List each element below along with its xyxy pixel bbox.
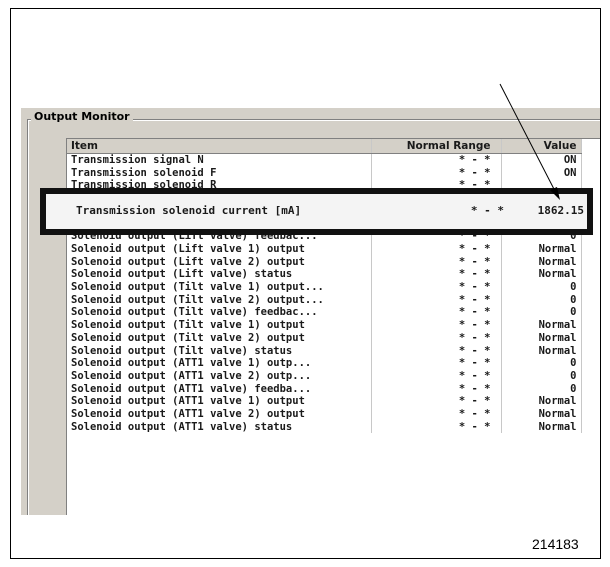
row-normal-range: * - * (371, 268, 502, 282)
row-value: 0 (501, 306, 582, 320)
table-row[interactable]: Solenoid output (Tilt valve) status * - *… (67, 344, 582, 358)
row-normal-range: * - * (371, 242, 502, 256)
output-monitor-title: Output Monitor (31, 110, 133, 123)
table-row[interactable]: Solenoid output (Tilt valve) feedbac... *… (67, 306, 582, 320)
output-monitor-table: Item Normal Range Value Transmission sig… (67, 139, 582, 434)
row-value: 0 (501, 382, 582, 396)
row-normal-range: * - * (371, 306, 502, 320)
row-normal-range: * - * (371, 382, 502, 396)
row-item: Solenoid output (ATT1 valve 2) output (67, 408, 372, 421)
column-header-normal-range[interactable]: Normal Range (371, 139, 502, 154)
highlighted-row: Transmission solenoid current [mA] * - *… (76, 204, 584, 217)
row-item: Transmission solenoid F (67, 166, 372, 180)
table-row[interactable]: Transmission signal N * - * ON (67, 153, 582, 167)
row-item: Solenoid output (ATT1 valve 1) output (67, 395, 372, 409)
table-row[interactable]: Solenoid output (ATT1 valve 1) output * -… (67, 395, 582, 409)
row-value: 0 (501, 369, 582, 383)
row-value: Normal (501, 331, 582, 345)
row-normal-range: * - * (371, 153, 502, 167)
row-normal-range: * - * (371, 255, 502, 269)
row-normal-range: * - * (371, 331, 502, 345)
row-item: Solenoid output (Tilt valve 1) output... (67, 281, 372, 294)
row-value: 0 (501, 357, 582, 370)
row-item: Solenoid output (ATT1 valve) status (67, 420, 372, 434)
row-normal-range: * - * (371, 281, 502, 294)
row-value: Normal (501, 420, 582, 434)
highlighted-range: * - * (470, 204, 504, 217)
table-row[interactable]: Solenoid output (Tilt valve 2) output...… (67, 293, 582, 307)
row-normal-range: * - * (371, 395, 502, 409)
figure-number: 214183 (532, 536, 579, 552)
row-item: Solenoid output (ATT1 valve 1) outp... (67, 357, 372, 370)
row-item: Transmission signal N (67, 153, 372, 167)
highlighted-item: Transmission solenoid current [mA] (76, 204, 302, 217)
row-value: 0 (501, 293, 582, 307)
row-normal-range: * - * (371, 369, 502, 383)
table-row[interactable]: Solenoid output (ATT1 valve 2) output * -… (67, 408, 582, 421)
highlighted-value: 1862.15 (537, 204, 584, 217)
column-header-item[interactable]: Item (67, 139, 372, 154)
row-normal-range: * - * (371, 357, 502, 370)
row-item: Solenoid output (Tilt valve 2) output... (67, 293, 372, 307)
column-header-value[interactable]: Value (501, 139, 582, 154)
row-value: ON (501, 153, 582, 167)
row-value: Normal (501, 344, 582, 358)
row-value: Normal (501, 242, 582, 256)
row-item: Solenoid output (Tilt valve 2) output (67, 331, 372, 345)
row-item: Solenoid output (ATT1 valve) feedba... (67, 382, 372, 396)
row-item: Solenoid output (Tilt valve) status (67, 344, 372, 358)
row-value: Normal (501, 408, 582, 421)
row-normal-range: * - * (371, 166, 502, 180)
row-value: ON (501, 166, 582, 180)
table-row[interactable]: Solenoid output (ATT1 valve 1) outp... * … (67, 357, 582, 370)
table-row[interactable]: Solenoid output (Tilt valve 1) output * -… (67, 319, 582, 332)
table-row[interactable]: Solenoid output (Tilt valve 2) output * -… (67, 331, 582, 345)
table-row[interactable]: Solenoid output (Tilt valve 1) output...… (67, 281, 582, 294)
row-item: Solenoid output (ATT1 valve 2) outp... (67, 369, 372, 383)
row-value: Normal (501, 268, 582, 282)
table-row[interactable]: Solenoid output (ATT1 valve) feedba... * … (67, 382, 582, 396)
table-header-row: Item Normal Range Value (67, 139, 582, 154)
row-item: Solenoid output (Tilt valve) feedbac... (67, 306, 372, 320)
table-row[interactable]: Solenoid output (Lift valve) status * - *… (67, 268, 582, 282)
row-item: Solenoid output (Lift valve 2) output (67, 255, 372, 269)
table-row[interactable]: Solenoid output (Lift valve 2) output * -… (67, 255, 582, 269)
row-item: Solenoid output (Lift valve) status (67, 268, 372, 282)
table-row[interactable]: Solenoid output (ATT1 valve) status * - *… (67, 420, 582, 434)
row-normal-range: * - * (371, 420, 502, 434)
output-monitor-screenshot: Output Monitor Item Normal Range Value T… (21, 108, 600, 515)
row-item: Solenoid output (Tilt valve 1) output (67, 319, 372, 332)
row-normal-range: * - * (371, 319, 502, 332)
table-row[interactable]: Solenoid output (Lift valve 1) output * -… (67, 242, 582, 256)
row-value: Normal (501, 319, 582, 332)
row-value: Normal (501, 395, 582, 409)
table-row[interactable]: Transmission solenoid F * - * ON (67, 166, 582, 180)
row-normal-range: * - * (371, 344, 502, 358)
row-normal-range: * - * (371, 408, 502, 421)
row-normal-range: * - * (371, 293, 502, 307)
table-row[interactable]: Solenoid output (ATT1 valve 2) outp... * … (67, 369, 582, 383)
row-item: Solenoid output (Lift valve 1) output (67, 242, 372, 256)
row-value: Normal (501, 255, 582, 269)
row-value: 0 (501, 281, 582, 294)
